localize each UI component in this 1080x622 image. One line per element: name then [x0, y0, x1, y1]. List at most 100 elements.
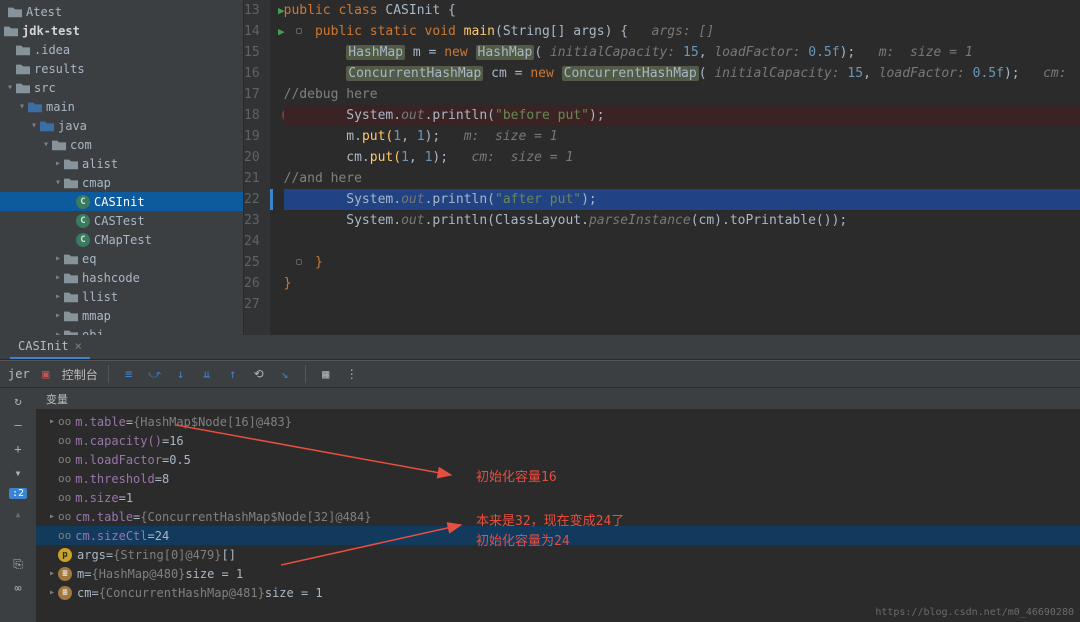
gutter-row[interactable]: 20	[244, 147, 260, 168]
chevron-right-icon[interactable]: ▸	[52, 158, 64, 169]
gutter-row[interactable]: 27	[244, 294, 260, 315]
chevron-down-icon[interactable]: ▾	[4, 82, 16, 93]
tree-item-casinit[interactable]: CCASInit	[0, 192, 243, 211]
gutter-row[interactable]: 16	[244, 63, 260, 84]
tree-label: Atest	[26, 5, 62, 19]
var-row[interactable]: ▸≡m = {HashMap@480} size = 1	[36, 564, 1080, 583]
chevron-right-icon[interactable]: ▸	[46, 511, 58, 522]
copy-icon[interactable]: ⎘	[9, 555, 27, 573]
chevron-right-icon[interactable]: ▸	[46, 416, 58, 427]
var-row[interactable]: oom.size = 1	[36, 488, 1080, 507]
chevron-right-icon[interactable]: ▸	[52, 272, 64, 283]
rerun-icon[interactable]: ↻	[9, 392, 27, 410]
gutter-row[interactable]: 21	[244, 168, 260, 189]
variables-header: 变量	[36, 388, 1080, 410]
variables-column: 变量 ▸oom.table = {HashMap$Node[16]@483} o…	[36, 388, 1080, 622]
chevron-down-icon[interactable]: ▾	[16, 101, 28, 112]
variables-tree[interactable]: ▸oom.table = {HashMap$Node[16]@483} oom.…	[36, 410, 1080, 604]
chevron-down-icon[interactable]: ▾	[40, 139, 52, 150]
var-name: args	[77, 548, 106, 562]
watermark: https://blog.csdn.net/m0_46690280	[875, 607, 1074, 618]
code-editor[interactable]: ▶13 ▶14 15 16 17 18 19 20 21 22 23 24 25…	[244, 0, 1080, 335]
tree-item[interactable]: ▸alist	[0, 154, 243, 173]
tree-label: .idea	[34, 43, 70, 57]
run-to-cursor-icon[interactable]: ↘	[275, 364, 295, 384]
tree-item[interactable]: ▸obj	[0, 325, 243, 335]
gutter-row[interactable]: 23	[244, 210, 260, 231]
chevron-right-icon[interactable]: ▸	[52, 253, 64, 264]
tree-item[interactable]: ▸llist	[0, 287, 243, 306]
tree-item[interactable]: CCASTest	[0, 211, 243, 230]
var-name: cm.table	[75, 510, 133, 524]
show-execution-point-icon[interactable]: ≡	[119, 364, 139, 384]
console-tab[interactable]: ▣	[36, 364, 56, 384]
var-row[interactable]: oom.loadFactor = 0.5	[36, 450, 1080, 469]
close-icon[interactable]: ×	[75, 339, 82, 353]
gutter[interactable]: ▶13 ▶14 15 16 17 18 19 20 21 22 23 24 25…	[244, 0, 270, 335]
tree-item[interactable]: results	[0, 59, 243, 78]
debug-tab-bar: CASInit ×	[0, 335, 1080, 360]
var-row[interactable]: oom.capacity() = 16	[36, 431, 1080, 450]
code-area[interactable]: public class CASInit { public static voi…	[270, 0, 1080, 335]
debug-side-toolbar: ↻ — + ▾ :2 ▴ ⎘ ∞	[0, 388, 36, 622]
gutter-row[interactable]: 22	[244, 189, 260, 210]
gutter-row[interactable]: 18	[244, 105, 260, 126]
code-line: }	[284, 252, 1080, 273]
var-name: m.loadFactor	[75, 453, 162, 467]
line-number: 24	[244, 234, 260, 249]
console-label[interactable]: 控制台	[62, 366, 98, 383]
gutter-row[interactable]: 15	[244, 42, 260, 63]
gutter-row[interactable]: 26	[244, 273, 260, 294]
gutter-row[interactable]: 24	[244, 231, 260, 252]
tree-item[interactable]: CCMapTest	[0, 230, 243, 249]
evaluate-expression-icon[interactable]: ▦	[316, 364, 336, 384]
chevron-down-icon[interactable]: ▾	[52, 177, 64, 188]
gutter-row[interactable]: 17	[244, 84, 260, 105]
tree-item[interactable]: ▾com	[0, 135, 243, 154]
gutter-row[interactable]: 25	[244, 252, 260, 273]
folder-icon	[8, 6, 22, 18]
down-icon[interactable]: ▾	[9, 464, 27, 482]
tree-item[interactable]: ▾cmap	[0, 173, 243, 192]
up-icon[interactable]: ▴	[9, 505, 27, 523]
tree-item[interactable]: ▸hashcode	[0, 268, 243, 287]
minus-icon[interactable]: —	[9, 416, 27, 434]
step-out-icon[interactable]: ↑	[223, 364, 243, 384]
chevron-right-icon[interactable]: ▸	[46, 587, 58, 598]
var-row[interactable]: ▸oom.table = {HashMap$Node[16]@483}	[36, 412, 1080, 431]
tree-item[interactable]: ▾ java	[0, 116, 243, 135]
force-step-into-icon[interactable]: ⇊	[197, 364, 217, 384]
var-row[interactable]: oom.threshold = 8	[36, 469, 1080, 488]
plus-icon[interactable]: +	[9, 440, 27, 458]
var-row[interactable]: ▸≡cm = {ConcurrentHashMap@481} size = 1	[36, 583, 1080, 602]
gutter-row[interactable]: ▶13	[244, 0, 260, 21]
tree-label: jdk-test	[22, 24, 80, 38]
project-tree[interactable]: Atest jdk-test .idea results ▾src ▾main …	[0, 0, 243, 335]
class-icon: C	[76, 195, 90, 209]
trace-icon[interactable]: ⋮	[342, 364, 362, 384]
code-line: public static void main(String[] args) {…	[284, 21, 1080, 42]
gutter-row[interactable]: 19	[244, 126, 260, 147]
chevron-right-icon[interactable]: ▸	[52, 310, 64, 321]
chevron-down-icon[interactable]: ▾	[28, 120, 40, 131]
chevron-right-icon[interactable]: ▸	[52, 291, 64, 302]
step-into-icon[interactable]: ↓	[171, 364, 191, 384]
tree-item[interactable]: ▾main	[0, 97, 243, 116]
vars-header-label: 变量	[46, 391, 68, 407]
chevron-right-icon[interactable]: ▸	[46, 568, 58, 579]
step-over-icon[interactable]: ⤻	[145, 364, 165, 384]
drop-frame-icon[interactable]: ⟲	[249, 364, 269, 384]
tree-item[interactable]: .idea	[0, 40, 243, 59]
tree-item[interactable]: ▸eq	[0, 249, 243, 268]
package-icon	[64, 310, 78, 322]
tree-item[interactable]: ▾src	[0, 78, 243, 97]
tree-label: java	[58, 119, 87, 133]
tree-root[interactable]: jdk-test	[0, 21, 243, 40]
gutter-row[interactable]: ▶14	[244, 21, 260, 42]
tab-casinit[interactable]: CASInit ×	[10, 335, 90, 359]
link-icon[interactable]: ∞	[9, 579, 27, 597]
tree-item[interactable]: ▸mmap	[0, 306, 243, 325]
time-badge: :2	[9, 488, 27, 499]
variables-panel: ↻ — + ▾ :2 ▴ ⎘ ∞ 变量 ▸oom.table = {HashMa…	[0, 388, 1080, 622]
tree-item[interactable]: Atest	[0, 2, 243, 21]
